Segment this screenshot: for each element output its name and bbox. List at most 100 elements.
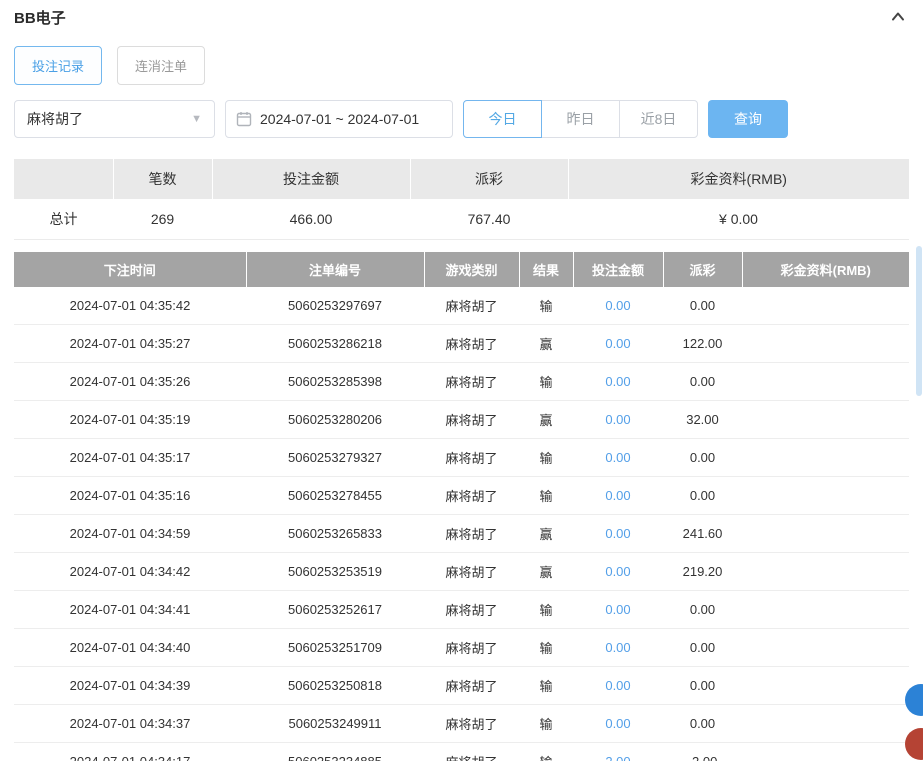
table-row: 2024-07-01 04:35:17 5060253279327 麻将胡了 输…: [14, 439, 909, 477]
cell-bet-time: 2024-07-01 04:34:59: [14, 515, 246, 553]
header-game-type: 游戏类别: [424, 252, 519, 287]
cell-bet-amount[interactable]: 0.00: [605, 412, 630, 427]
header-bonus: 彩金资料(RMB): [742, 252, 909, 287]
cell-game-type: 麻将胡了: [424, 629, 519, 667]
betting-records-panel: BB电子 投注记录 连消注单 麻将胡了 ▼ 2024-07-01 ~ 2024-…: [0, 0, 923, 761]
bet-records-table: 下注时间 注单编号 游戏类别 结果 投注金额 派彩 彩金资料(RMB) 2024…: [14, 252, 909, 761]
tab-cancelled-bets[interactable]: 连消注单: [117, 46, 205, 85]
cell-bonus: [742, 629, 909, 667]
cell-bet-amount[interactable]: 0.00: [605, 716, 630, 731]
cell-bonus: [742, 363, 909, 401]
cell-payout: 0.00: [663, 629, 742, 667]
cell-bet-time: 2024-07-01 04:35:19: [14, 401, 246, 439]
header-order-no: 注单编号: [246, 252, 424, 287]
cell-game-type: 麻将胡了: [424, 591, 519, 629]
cell-result: 输: [519, 667, 573, 705]
quick-range-yesterday[interactable]: 昨日: [541, 100, 620, 138]
cell-bet-amount[interactable]: 0.00: [605, 336, 630, 351]
cell-game-type: 麻将胡了: [424, 287, 519, 325]
cell-order-no: 5060253234885: [246, 743, 424, 761]
summary-total-bet: 466.00: [212, 199, 410, 239]
cell-payout: 241.60: [663, 515, 742, 553]
table-row: 2024-07-01 04:35:27 5060253286218 麻将胡了 赢…: [14, 325, 909, 363]
cell-order-no: 5060253250818: [246, 667, 424, 705]
summary-header-row: 笔数 投注金额 派彩 彩金资料(RMB): [14, 159, 909, 199]
cell-bet-amount[interactable]: 0.00: [605, 450, 630, 465]
cell-bonus: [742, 591, 909, 629]
cell-bonus: [742, 325, 909, 363]
cell-game-type: 麻将胡了: [424, 705, 519, 743]
cell-bonus: [742, 439, 909, 477]
quick-range-last8days[interactable]: 近8日: [619, 100, 698, 138]
cell-bet-amount[interactable]: 0.00: [605, 374, 630, 389]
summary-table: 笔数 投注金额 派彩 彩金资料(RMB) 总计 269 466.00 767.4…: [14, 159, 909, 240]
cell-bet-amount[interactable]: 0.00: [605, 526, 630, 541]
cell-bet-amount[interactable]: 0.00: [605, 678, 630, 693]
cell-result: 赢: [519, 401, 573, 439]
summary-header-bet-amount: 投注金额: [212, 159, 410, 199]
summary-header-count: 笔数: [113, 159, 212, 199]
quick-range-group: 今日 昨日 近8日: [463, 100, 698, 138]
cell-bet-amount[interactable]: 2.00: [605, 754, 630, 761]
cell-order-no: 5060253252617: [246, 591, 424, 629]
summary-header-bonus: 彩金资料(RMB): [568, 159, 909, 199]
table-row: 2024-07-01 04:34:39 5060253250818 麻将胡了 输…: [14, 667, 909, 705]
cell-result: 输: [519, 743, 573, 761]
table-row: 2024-07-01 04:35:42 5060253297697 麻将胡了 输…: [14, 287, 909, 325]
cell-result: 赢: [519, 325, 573, 363]
tab-bet-records[interactable]: 投注记录: [14, 46, 102, 85]
cell-bonus: [742, 515, 909, 553]
cell-order-no: 5060253286218: [246, 325, 424, 363]
summary-total-bonus: ¥ 0.00: [568, 199, 909, 239]
cell-order-no: 5060253251709: [246, 629, 424, 667]
cell-bonus: [742, 477, 909, 515]
summary-total-label: 总计: [14, 199, 113, 239]
header-bet-time: 下注时间: [14, 252, 246, 287]
cell-order-no: 5060253280206: [246, 401, 424, 439]
cell-game-type: 麻将胡了: [424, 325, 519, 363]
bet-table-header-row: 下注时间 注单编号 游戏类别 结果 投注金额 派彩 彩金资料(RMB): [14, 252, 909, 287]
table-row: 2024-07-01 04:34:37 5060253249911 麻将胡了 输…: [14, 705, 909, 743]
table-row: 2024-07-01 04:34:42 5060253253519 麻将胡了 赢…: [14, 553, 909, 591]
cell-game-type: 麻将胡了: [424, 743, 519, 761]
cell-bonus: [742, 401, 909, 439]
cell-bet-time: 2024-07-01 04:35:16: [14, 477, 246, 515]
cell-bet-amount[interactable]: 0.00: [605, 298, 630, 313]
collapse-panel-button[interactable]: [887, 6, 909, 28]
scrollbar-thumb[interactable]: [916, 246, 922, 396]
cell-payout: 0.00: [663, 705, 742, 743]
cell-bet-time: 2024-07-01 04:34:40: [14, 629, 246, 667]
cell-bet-time: 2024-07-01 04:35:27: [14, 325, 246, 363]
cell-payout: 32.00: [663, 401, 742, 439]
table-row: 2024-07-01 04:35:16 5060253278455 麻将胡了 输…: [14, 477, 909, 515]
record-tabs: 投注记录 连消注单: [14, 46, 909, 85]
summary-total-row: 总计 269 466.00 767.40 ¥ 0.00: [14, 199, 909, 239]
cell-game-type: 麻将胡了: [424, 439, 519, 477]
cell-result: 输: [519, 287, 573, 325]
cell-bet-time: 2024-07-01 04:34:41: [14, 591, 246, 629]
summary-header-empty: [14, 159, 113, 199]
chevron-up-icon: [889, 14, 907, 29]
cell-bet-amount[interactable]: 0.00: [605, 602, 630, 617]
header-payout: 派彩: [663, 252, 742, 287]
cell-result: 输: [519, 439, 573, 477]
cell-result: 输: [519, 363, 573, 401]
cell-order-no: 5060253279327: [246, 439, 424, 477]
cell-payout: 219.20: [663, 553, 742, 591]
search-button[interactable]: 查询: [708, 100, 788, 138]
cell-payout: 0.00: [663, 591, 742, 629]
date-range-picker[interactable]: 2024-07-01 ~ 2024-07-01: [225, 100, 453, 138]
quick-range-today[interactable]: 今日: [463, 100, 542, 138]
cell-bet-time: 2024-07-01 04:34:17: [14, 743, 246, 761]
cell-payout: 0.00: [663, 667, 742, 705]
cell-game-type: 麻将胡了: [424, 401, 519, 439]
cell-bet-amount[interactable]: 0.00: [605, 488, 630, 503]
cell-result: 赢: [519, 515, 573, 553]
cell-bet-time: 2024-07-01 04:35:42: [14, 287, 246, 325]
cell-bet-amount[interactable]: 0.00: [605, 564, 630, 579]
table-row: 2024-07-01 04:34:17 5060253234885 麻将胡了 输…: [14, 743, 909, 761]
game-select[interactable]: 麻将胡了 ▼: [14, 100, 215, 138]
cell-payout: 0.00: [663, 287, 742, 325]
cell-payout: 122.00: [663, 325, 742, 363]
cell-bet-amount[interactable]: 0.00: [605, 640, 630, 655]
